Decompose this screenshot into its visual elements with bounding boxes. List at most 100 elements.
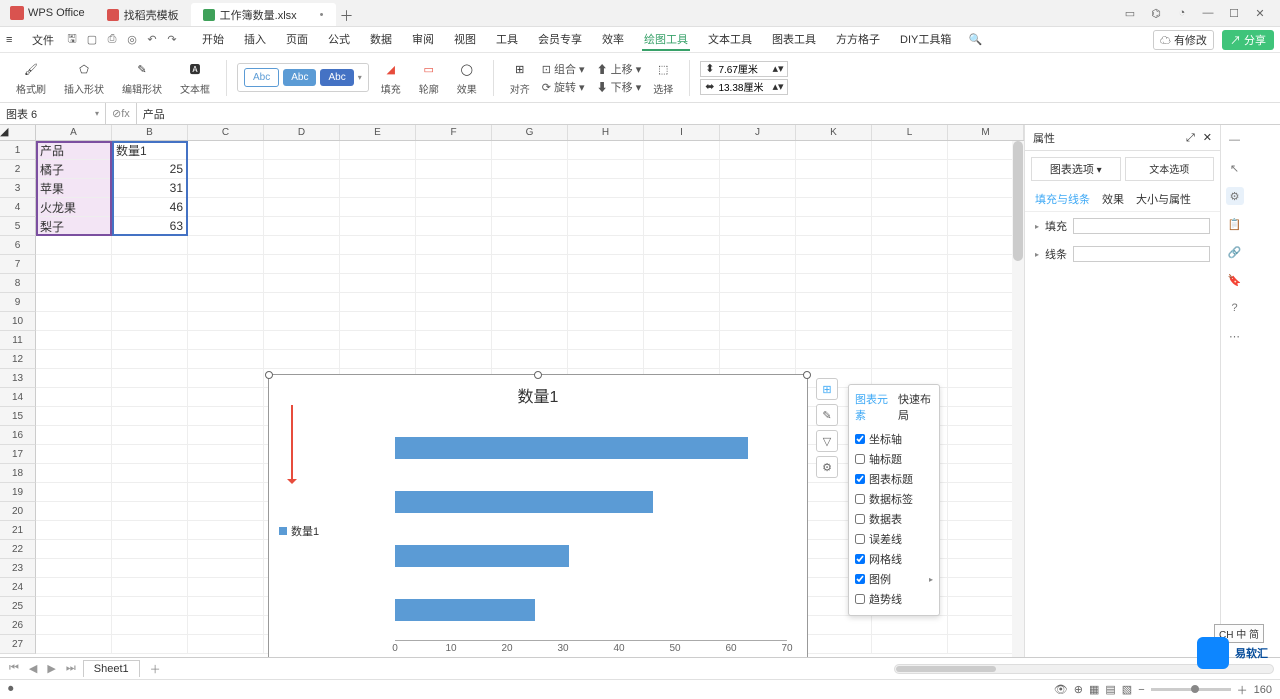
bar[interactable]	[395, 545, 569, 567]
cell[interactable]	[568, 217, 644, 236]
new-icon[interactable]: ▢	[84, 32, 100, 48]
cell[interactable]	[644, 331, 720, 350]
cell[interactable]: 产品	[36, 141, 112, 160]
cell[interactable]	[36, 312, 112, 331]
fx-label[interactable]: ⊘ fx	[106, 103, 137, 124]
cell[interactable]	[720, 217, 796, 236]
cell[interactable]: 46	[112, 198, 188, 217]
cell[interactable]	[112, 236, 188, 255]
cell[interactable]	[264, 255, 340, 274]
fill-section[interactable]: ▸填充	[1025, 212, 1220, 240]
cell[interactable]	[796, 141, 872, 160]
avatar-icon[interactable]: ◔	[1174, 5, 1190, 21]
select-all-corner[interactable]: ◢	[0, 125, 36, 140]
cell[interactable]	[188, 274, 264, 293]
stats-icon[interactable]: ⊕	[1074, 683, 1083, 696]
cell[interactable]	[568, 350, 644, 369]
cell[interactable]	[264, 141, 340, 160]
cell[interactable]	[568, 160, 644, 179]
row-13[interactable]: 13	[0, 369, 36, 388]
cell[interactable]	[36, 388, 112, 407]
width-field[interactable]: ⬌ ▴▾	[700, 79, 788, 95]
cell[interactable]	[416, 236, 492, 255]
cell[interactable]: 25	[112, 160, 188, 179]
cell[interactable]	[872, 274, 948, 293]
line-section[interactable]: ▸线条	[1025, 240, 1220, 268]
cell[interactable]	[188, 635, 264, 654]
effect-menu[interactable]: ◯效果	[451, 59, 483, 96]
tab-ffgz[interactable]: 方方格子	[834, 29, 882, 51]
cell[interactable]	[340, 160, 416, 179]
chart-filter-button[interactable]: ▽	[816, 430, 838, 452]
cell[interactable]	[720, 274, 796, 293]
row-26[interactable]: 26	[0, 616, 36, 635]
col-G[interactable]: G	[492, 125, 568, 140]
bookmark-icon[interactable]: 🔖	[1226, 271, 1244, 289]
cell[interactable]	[872, 255, 948, 274]
zoom-slider[interactable]	[1151, 688, 1231, 691]
cell[interactable]	[264, 236, 340, 255]
row-5[interactable]: 5	[0, 217, 36, 236]
cell[interactable]	[36, 293, 112, 312]
text-box[interactable]: 🅰文本框	[174, 59, 216, 96]
gear-icon[interactable]: ⚙	[1226, 187, 1244, 205]
select-menu[interactable]: ⬚选择	[647, 59, 679, 96]
cell[interactable]	[416, 293, 492, 312]
embedded-chart[interactable]: 数量1 数量1 梨子火龙果苹果橘子 010203040506070	[268, 374, 808, 657]
sheet-first[interactable]: ⏮	[6, 662, 22, 675]
chart-element-option[interactable]: 轴标题	[855, 449, 933, 469]
cell[interactable]	[872, 198, 948, 217]
bar[interactable]	[395, 437, 748, 459]
cell[interactable]	[264, 350, 340, 369]
cell[interactable]	[492, 350, 568, 369]
cell[interactable]	[796, 331, 872, 350]
cell[interactable]	[872, 179, 948, 198]
cell[interactable]	[188, 445, 264, 464]
cell[interactable]	[872, 635, 948, 654]
print-icon[interactable]: ⎙	[104, 32, 120, 48]
cell[interactable]	[416, 350, 492, 369]
cell[interactable]	[188, 217, 264, 236]
cell[interactable]	[340, 236, 416, 255]
cell[interactable]	[36, 426, 112, 445]
cell[interactable]	[492, 217, 568, 236]
cell[interactable]	[340, 312, 416, 331]
view-break[interactable]: ▧	[1122, 683, 1132, 696]
cell[interactable]	[796, 179, 872, 198]
cell[interactable]	[720, 141, 796, 160]
col-F[interactable]: F	[416, 125, 492, 140]
cell[interactable]	[644, 255, 720, 274]
group-menu[interactable]: ⊡ 组合 ▾	[542, 61, 585, 77]
cell[interactable]	[188, 198, 264, 217]
panel-close-icon[interactable]: ✕	[1203, 132, 1212, 144]
cell[interactable]	[340, 217, 416, 236]
cell[interactable]	[264, 274, 340, 293]
cell[interactable]	[188, 312, 264, 331]
cell[interactable]	[568, 293, 644, 312]
cell[interactable]	[112, 502, 188, 521]
cell[interactable]: 梨子	[36, 217, 112, 236]
row-24[interactable]: 24	[0, 578, 36, 597]
redo-icon[interactable]: ↷	[164, 32, 180, 48]
new-tab-button[interactable]: ＋	[336, 6, 358, 26]
chart-title[interactable]: 数量1	[269, 375, 807, 411]
chart-element-option[interactable]: 图表标题	[855, 469, 933, 489]
row-12[interactable]: 12	[0, 350, 36, 369]
cell[interactable]	[416, 255, 492, 274]
undo-icon[interactable]: ↶	[144, 32, 160, 48]
cell[interactable]	[340, 350, 416, 369]
fill-menu[interactable]: ◢填充	[375, 59, 407, 96]
height-field[interactable]: ⬍ ▴▾	[700, 61, 788, 77]
popup-tab-elements[interactable]: 图表元素	[855, 391, 890, 423]
sheet-prev[interactable]: ◀	[26, 662, 40, 675]
cell[interactable]	[188, 331, 264, 350]
cell[interactable]	[416, 179, 492, 198]
row-20[interactable]: 20	[0, 502, 36, 521]
cell[interactable]	[492, 198, 568, 217]
cell[interactable]: 63	[112, 217, 188, 236]
bar[interactable]	[395, 491, 653, 513]
cell[interactable]	[36, 483, 112, 502]
cell[interactable]	[112, 350, 188, 369]
row-3[interactable]: 3	[0, 179, 36, 198]
cell[interactable]	[36, 369, 112, 388]
